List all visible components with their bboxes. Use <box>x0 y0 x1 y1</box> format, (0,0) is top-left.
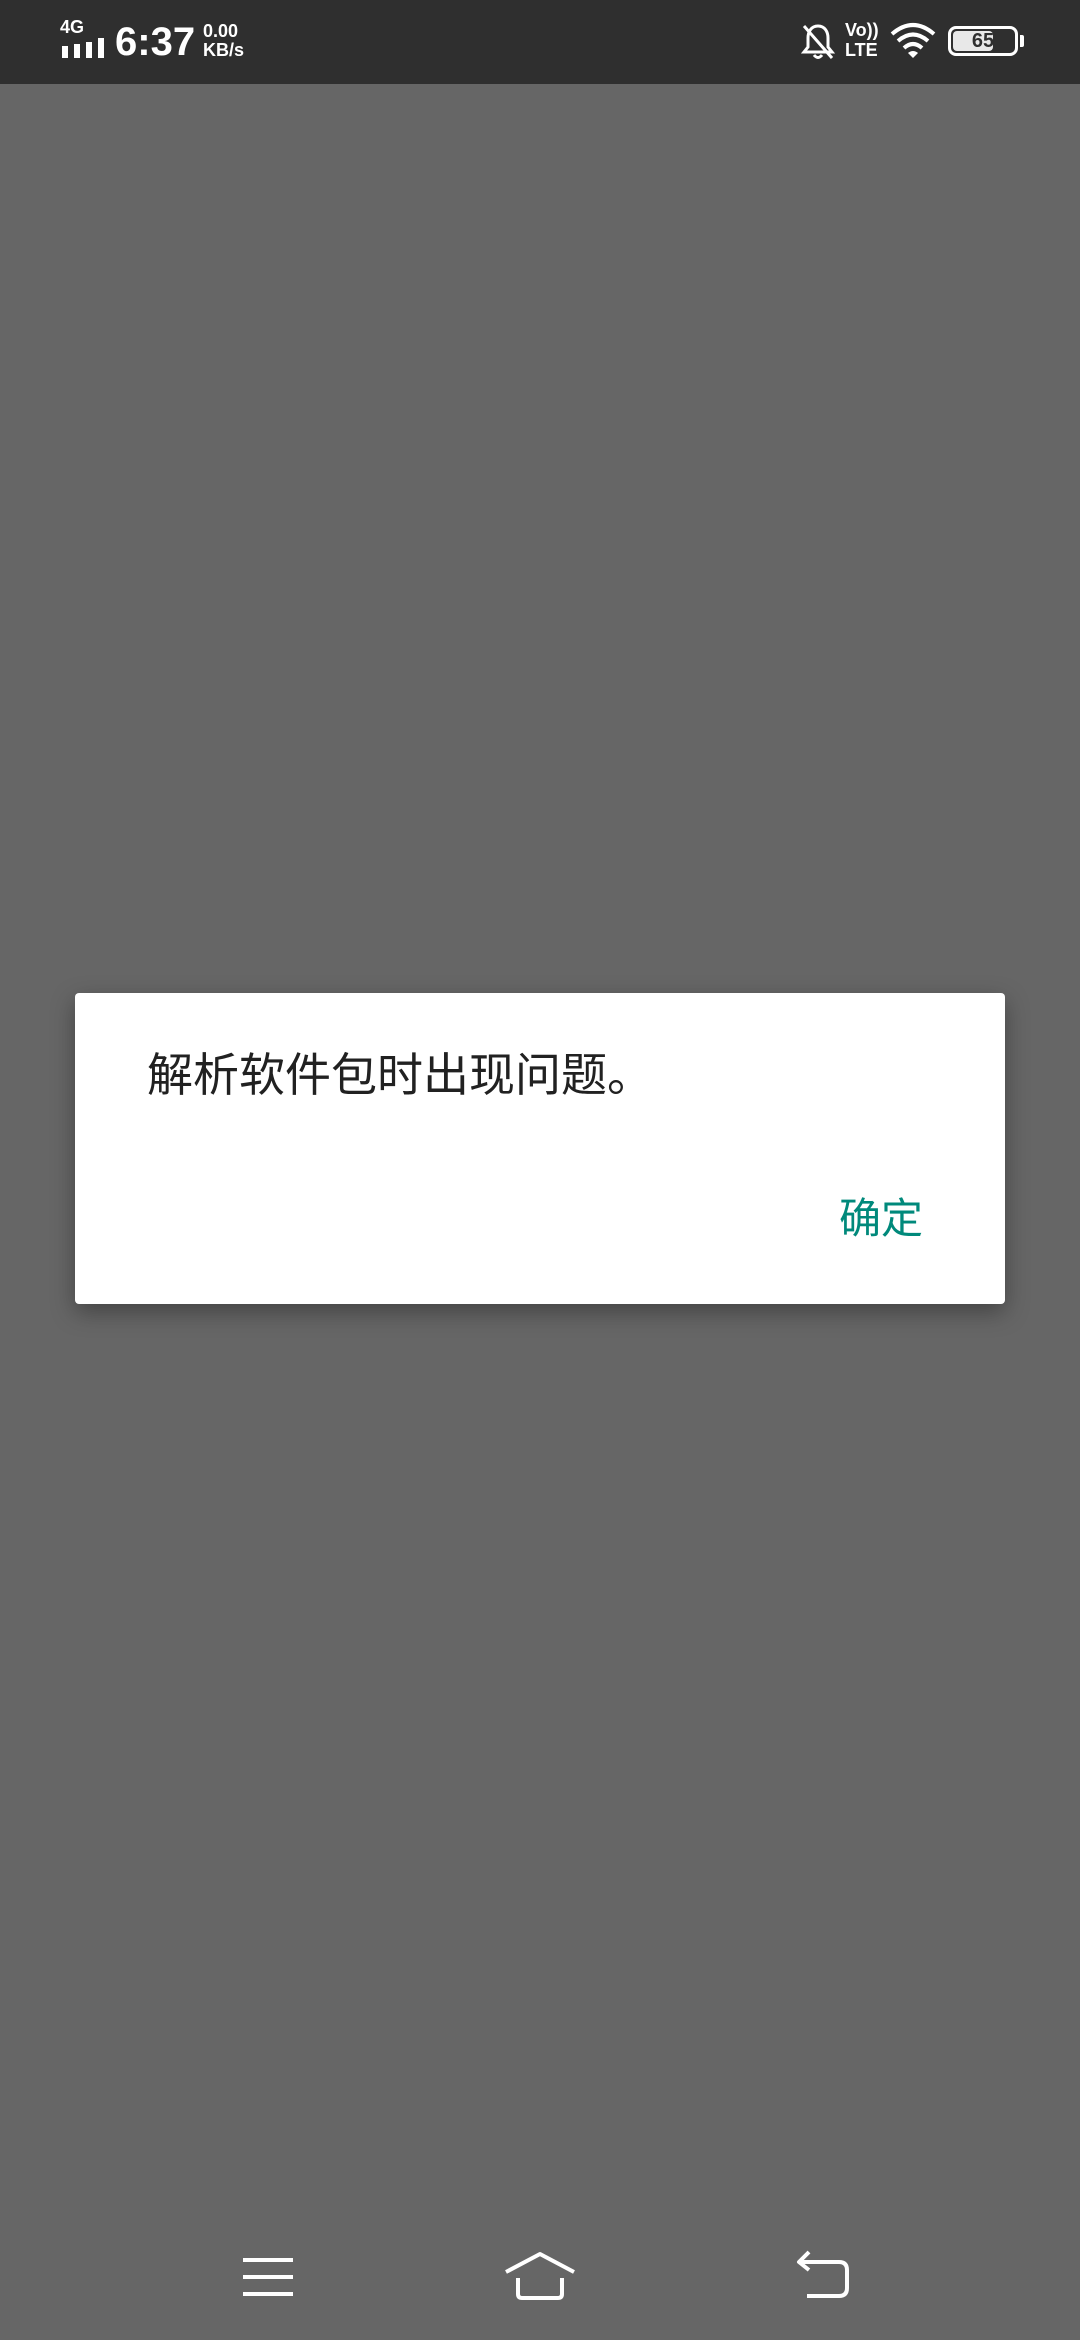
dialog-message: 解析软件包时出现问题。 <box>147 1048 653 1102</box>
clock: 6:37 <box>115 20 196 64</box>
battery-tip <box>1020 35 1024 47</box>
navigation-bar <box>0 2200 1080 2340</box>
volte-icon: Vo)) LTE <box>845 20 879 60</box>
signal-icon <box>62 38 104 58</box>
volte-bottom: LTE <box>845 40 878 60</box>
screen: 4G 6:37 0.00 KB/s Vo)) LTE 65 解析软件包时出现问题… <box>0 0 1080 2340</box>
alert-dialog: 解析软件包时出现问题。 确定 <box>75 993 1005 1304</box>
battery-icon: 65 <box>948 26 1018 56</box>
network-speed-unit: KB/s <box>203 40 245 60</box>
back-icon[interactable] <box>795 2250 851 2300</box>
battery-level: 65 <box>971 30 995 52</box>
menu-icon[interactable] <box>241 2254 295 2300</box>
ok-button[interactable]: 确定 <box>827 1183 935 1255</box>
wifi-icon <box>890 23 936 58</box>
network-speed-value: 0.00 <box>203 21 239 41</box>
network-speed: 0.00 KB/s <box>203 22 244 60</box>
home-icon[interactable] <box>504 2250 576 2302</box>
volte-top: Vo)) <box>845 20 879 40</box>
status-bar: 4G 6:37 0.00 KB/s Vo)) LTE 65 <box>0 0 1080 84</box>
bell-muted-icon <box>800 24 836 59</box>
